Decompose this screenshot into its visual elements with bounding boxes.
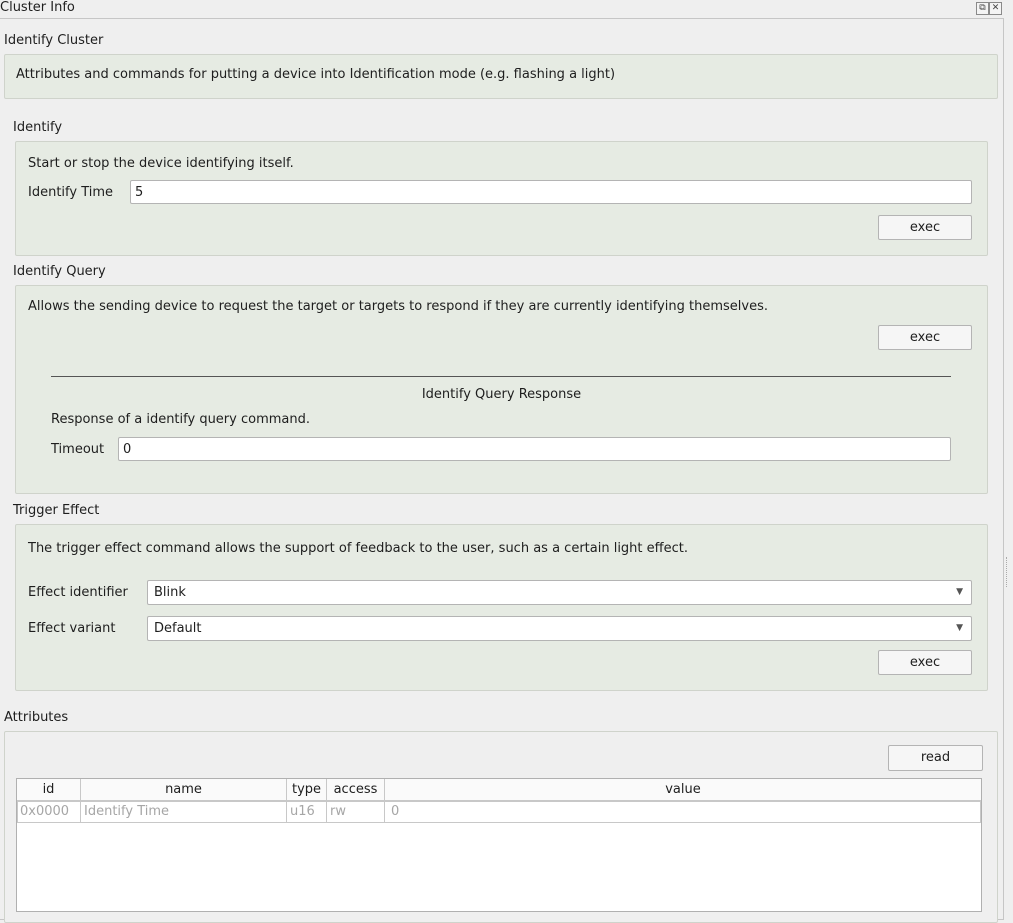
identify-time-label: Identify Time bbox=[28, 185, 114, 200]
identify-description: Start or stop the device identifying its… bbox=[28, 156, 294, 171]
cluster-description: Attributes and commands for putting a de… bbox=[16, 67, 616, 82]
cell-access: rw bbox=[327, 801, 385, 823]
identify-group: Start or stop the device identifying its… bbox=[15, 141, 988, 256]
effect-identifier-select[interactable]: Blink ▼ bbox=[147, 580, 972, 605]
attributes-table[interactable]: id name type access value 0x0000 Identif… bbox=[16, 778, 982, 912]
identify-time-input[interactable] bbox=[130, 180, 972, 204]
column-header-access[interactable]: access bbox=[327, 779, 385, 801]
attributes-title: Attributes bbox=[4, 710, 69, 725]
cluster-description-box: Attributes and commands for putting a de… bbox=[4, 54, 998, 99]
identify-query-title: Identify Query bbox=[13, 264, 106, 279]
column-header-type[interactable]: type bbox=[287, 779, 327, 801]
timeout-input[interactable] bbox=[118, 437, 951, 461]
column-header-id[interactable]: id bbox=[17, 779, 81, 801]
column-header-name[interactable]: name bbox=[81, 779, 287, 801]
response-separator bbox=[51, 376, 951, 377]
cluster-name: Identify Cluster bbox=[4, 33, 104, 48]
timeout-label: Timeout bbox=[51, 442, 105, 457]
panel-splitter-handle[interactable] bbox=[1006, 557, 1009, 587]
chevron-down-icon: ▼ bbox=[956, 587, 963, 597]
chevron-down-icon: ▼ bbox=[956, 623, 963, 633]
identify-query-description: Allows the sending device to request the… bbox=[28, 299, 769, 314]
cell-name: Identify Time bbox=[81, 801, 287, 823]
effect-variant-select[interactable]: Default ▼ bbox=[147, 616, 972, 641]
window-titlebar: Cluster Info ⧉ ✕ bbox=[0, 0, 1013, 18]
identify-query-group: Allows the sending device to request the… bbox=[15, 285, 988, 494]
trigger-effect-description: The trigger effect command allows the su… bbox=[28, 541, 688, 556]
close-window-icon[interactable]: ✕ bbox=[989, 2, 1002, 15]
effect-identifier-value: Blink bbox=[154, 585, 186, 600]
float-window-icon[interactable]: ⧉ bbox=[976, 2, 989, 15]
read-attributes-button[interactable]: read bbox=[888, 745, 983, 771]
trigger-effect-group: The trigger effect command allows the su… bbox=[15, 524, 988, 691]
trigger-effect-title: Trigger Effect bbox=[13, 503, 100, 518]
identify-query-response-description: Response of a identify query command. bbox=[51, 412, 310, 427]
trigger-effect-exec-button[interactable]: exec bbox=[878, 650, 972, 675]
effect-identifier-label: Effect identifier bbox=[28, 585, 128, 600]
cell-id: 0x0000 bbox=[17, 801, 81, 823]
effect-variant-value: Default bbox=[154, 621, 202, 636]
cell-type: u16 bbox=[287, 801, 327, 823]
identify-query-exec-button[interactable]: exec bbox=[878, 325, 972, 350]
effect-variant-label: Effect variant bbox=[28, 621, 116, 636]
identify-exec-button[interactable]: exec bbox=[878, 215, 972, 240]
identify-title: Identify bbox=[13, 120, 63, 135]
window-title: Cluster Info bbox=[0, 0, 75, 15]
column-header-value[interactable]: value bbox=[385, 779, 981, 801]
cell-value[interactable]: 0 bbox=[385, 801, 981, 823]
identify-query-response-title: Identify Query Response bbox=[421, 387, 582, 402]
